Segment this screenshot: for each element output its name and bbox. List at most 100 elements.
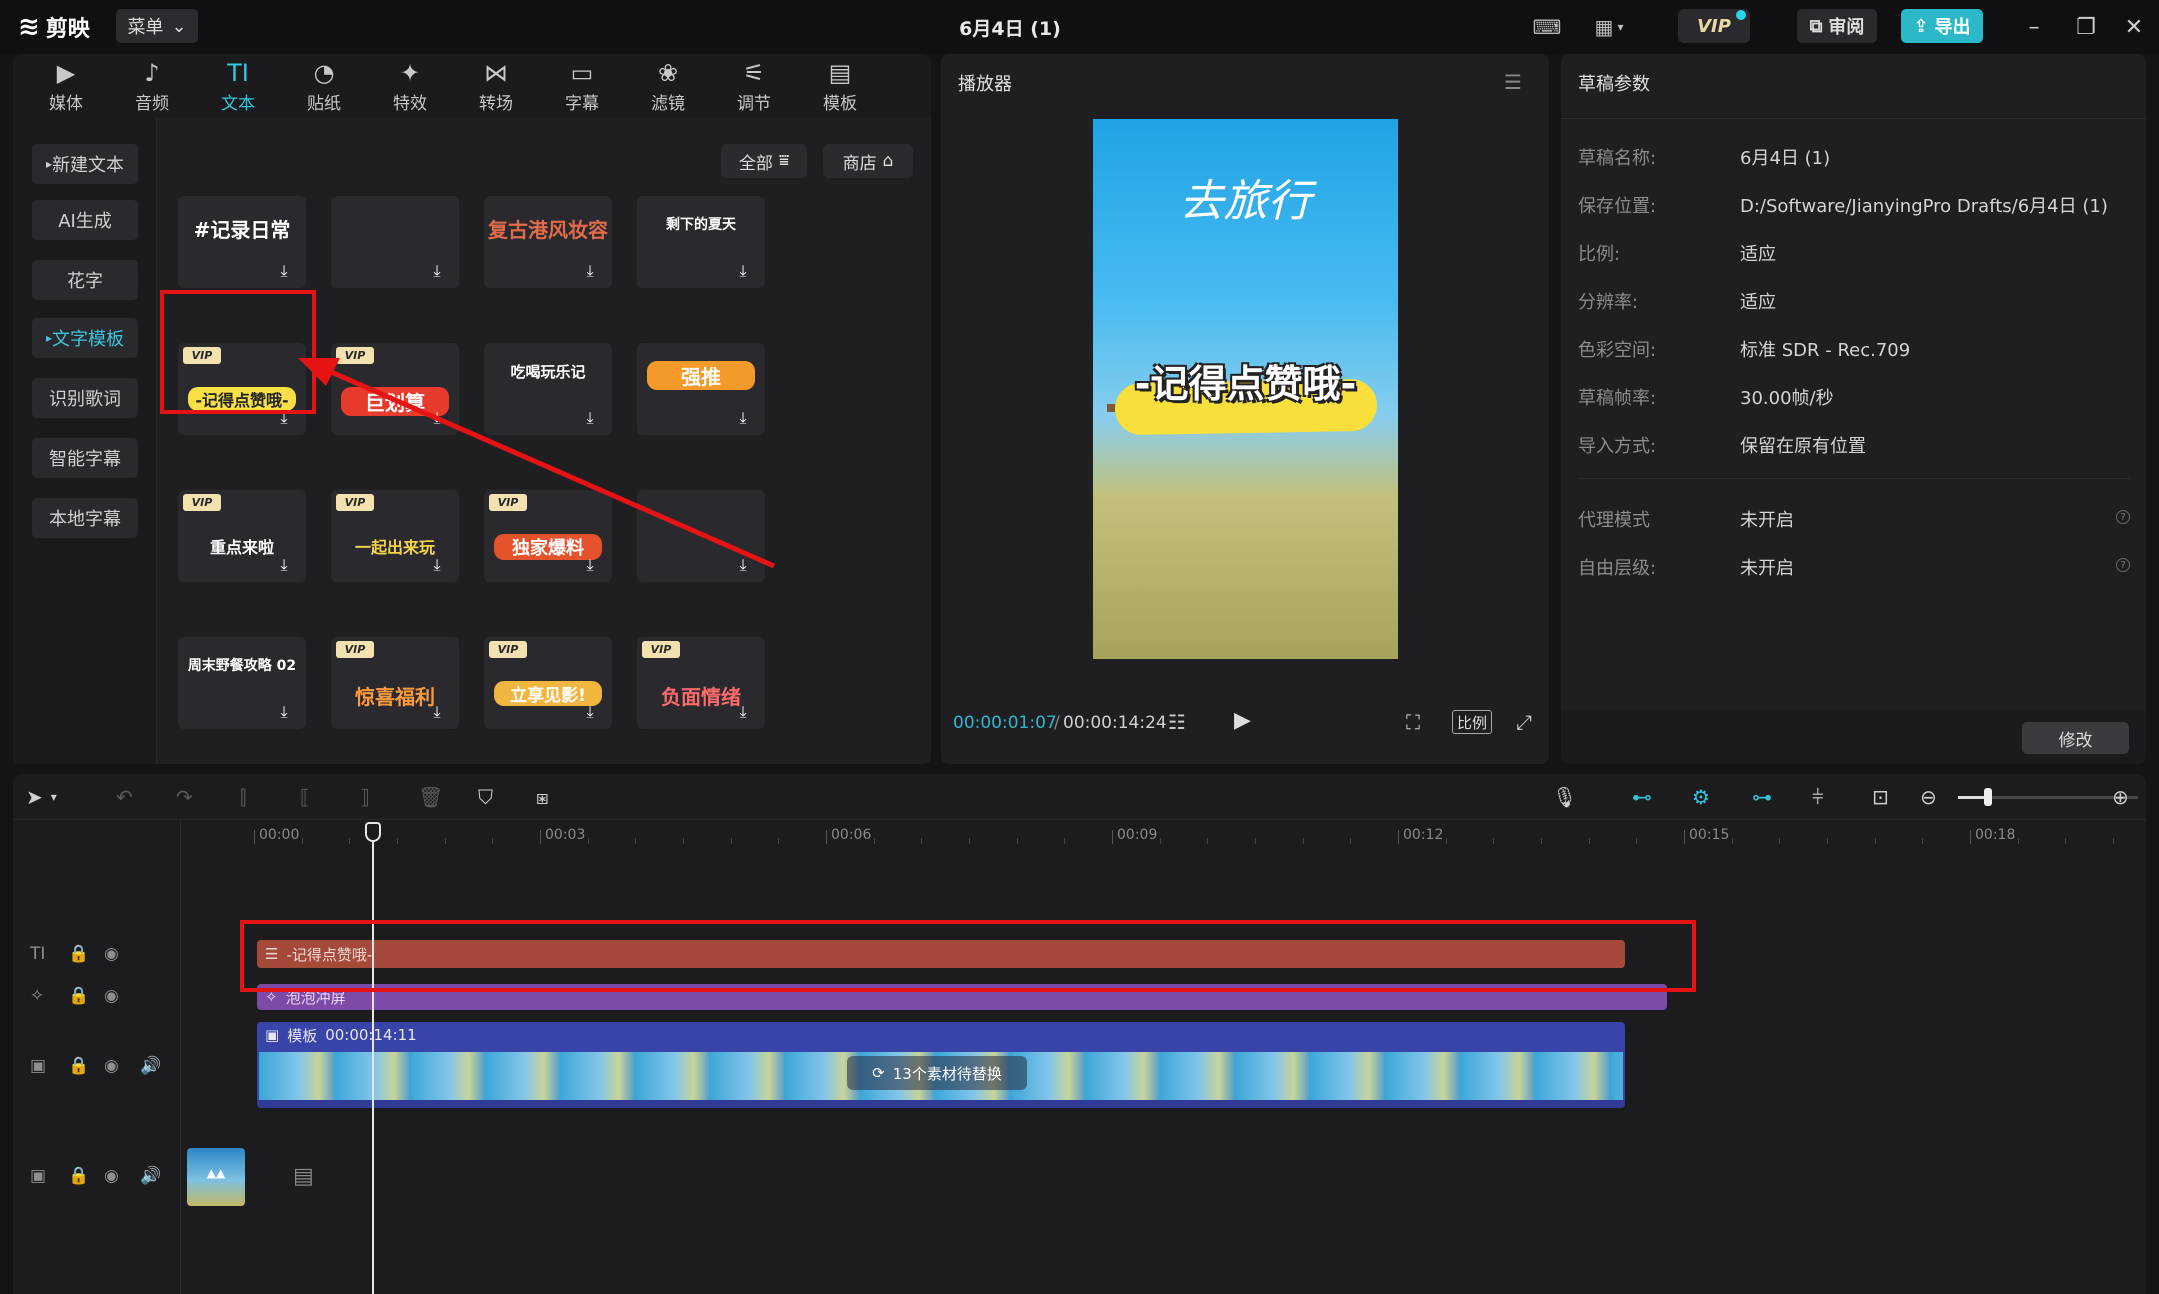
split-left-icon[interactable]: ⟦ (300, 784, 310, 810)
auto-snap-icon[interactable]: ⚙ (1692, 784, 1710, 810)
play-button[interactable]: ▶ (1234, 708, 1251, 733)
delete-icon[interactable]: 🗑 (418, 784, 443, 810)
template-card[interactable]: #记录日常 ⤓ (178, 196, 306, 288)
template-card[interactable]: 吃喝玩乐记 ⤓ (484, 343, 612, 435)
lock-icon[interactable]: 🔒 (68, 944, 89, 964)
volume-icon[interactable]: 🔊 (140, 1166, 161, 1186)
zoom-out-icon[interactable]: ⊖ (1920, 784, 1937, 810)
template-card[interactable]: 剩下的夏天 ⤓ (637, 196, 765, 288)
template-card[interactable]: VIP 惊喜福利 ⤓ (331, 637, 459, 729)
category-item[interactable]: 本地字幕 (32, 498, 138, 538)
keyboard-icon[interactable]: ⌨ (1530, 10, 1564, 44)
download-icon[interactable]: ⤓ (582, 703, 598, 721)
undo-icon[interactable]: ↶ (116, 784, 133, 810)
template-card[interactable]: VIP 重点来啦 ⤓ (178, 490, 306, 582)
download-icon[interactable]: ⤓ (429, 556, 445, 574)
crop-icon[interactable]: ⧆ (536, 784, 549, 810)
minimize-icon[interactable]: – (2014, 10, 2054, 44)
ratio-button[interactable]: 比例 (1452, 710, 1492, 734)
template-card[interactable]: VIP 巨划算 ⤓ (331, 343, 459, 435)
template-card[interactable]: 复古港风妆容 ⤓ (484, 196, 612, 288)
layout-icon[interactable]: ▦ ▾ (1584, 10, 1634, 44)
download-icon[interactable]: ⤓ (582, 409, 598, 427)
replace-materials-button[interactable]: ⟳ 13个素材待替换 (847, 1056, 1027, 1090)
video-preview[interactable]: 去旅行 -记得点赞哦- (1093, 119, 1398, 659)
timecode-list-icon[interactable]: ☷ (1168, 710, 1186, 734)
download-icon[interactable]: ⤓ (429, 703, 445, 721)
category-item[interactable]: 识别歌词 (32, 378, 138, 418)
eye-icon[interactable]: ◉ (104, 1166, 119, 1186)
category-item[interactable]: ▸ 文字模板 (32, 318, 138, 358)
eye-icon[interactable]: ◉ (104, 944, 119, 964)
tab-effects[interactable]: ✦ 特效 (367, 54, 453, 118)
download-icon[interactable]: ⤓ (276, 556, 292, 574)
split-right-icon[interactable]: ⟧ (360, 784, 370, 810)
linkage-icon[interactable]: ⊶ (1752, 784, 1772, 810)
restore-icon[interactable]: ❐ (2066, 10, 2106, 44)
tab-transition[interactable]: ⋈ 转场 (453, 54, 539, 118)
zoom-in-icon[interactable]: ⊕ (2112, 784, 2129, 810)
filter-all-button[interactable]: 全部 ⩸ (721, 144, 807, 178)
select-cursor-icon[interactable]: ➤ ▾ (26, 784, 57, 810)
time-ruler[interactable] (181, 822, 2146, 850)
template-card[interactable]: VIP 立享见影! ⤓ (484, 637, 612, 729)
menu-button[interactable]: 菜单 ⌄ (116, 9, 198, 43)
download-icon[interactable]: ⤓ (735, 262, 751, 280)
tab-media[interactable]: ▶ 媒体 (23, 54, 109, 118)
redo-icon[interactable]: ↷ (176, 784, 193, 810)
download-icon[interactable]: ⤓ (429, 262, 445, 280)
volume-icon[interactable]: 🔊 (140, 1056, 161, 1076)
shop-button[interactable]: 商店 ⌂ (823, 144, 913, 178)
help-icon[interactable]: ? (2116, 558, 2130, 572)
close-icon[interactable]: ✕ (2114, 10, 2154, 44)
download-icon[interactable]: ⤓ (735, 556, 751, 574)
template-card[interactable]: VIP 负面情绪 ⤓ (637, 637, 765, 729)
review-button[interactable]: ⧉ 审阅 (1797, 9, 1877, 43)
preview-axis-icon[interactable]: ⫩ (1812, 784, 1823, 810)
lock-icon[interactable]: 🔒 (68, 986, 89, 1006)
lock-icon[interactable]: 🔒 (68, 1056, 89, 1076)
tab-template[interactable]: ▤ 模板 (797, 54, 883, 118)
fullscreen-icon[interactable]: ⤢ (1516, 710, 1532, 734)
microphone-icon[interactable]: 🎙 (1552, 784, 1577, 810)
tab-subtitle[interactable]: ▭ 字幕 (539, 54, 625, 118)
category-item[interactable]: 花字 (32, 260, 138, 300)
tab-adjust[interactable]: ⚟ 调节 (711, 54, 797, 118)
category-item[interactable]: AI生成 (32, 200, 138, 240)
video-clip[interactable]: ▣ 模板 00:00:14:11 ⟳ 13个素材待替换 (257, 1022, 1625, 1108)
help-icon[interactable]: ? (2116, 510, 2130, 524)
tab-text[interactable]: TI 文本 (195, 54, 281, 118)
download-icon[interactable]: ⤓ (276, 703, 292, 721)
tab-filter[interactable]: ❀ 滤镜 (625, 54, 711, 118)
download-icon[interactable]: ⤓ (735, 409, 751, 427)
tab-sticker[interactable]: ◔ 贴纸 (281, 54, 367, 118)
playhead[interactable] (372, 824, 374, 1294)
cover-thumbnail[interactable]: ▲▲ (187, 1148, 245, 1206)
template-card[interactable]: 周末野餐攻略 02 ⤓ (178, 637, 306, 729)
template-card[interactable]: ⤓ (637, 490, 765, 582)
download-icon[interactable]: ⤓ (276, 262, 292, 280)
eye-icon[interactable]: ◉ (104, 1056, 119, 1076)
marker-icon[interactable]: ⛉ (478, 784, 493, 810)
playhead-handle[interactable] (365, 822, 381, 842)
main-track-magnet-icon[interactable]: ⊷ (1632, 784, 1652, 810)
tab-audio[interactable]: ♪ 音频 (109, 54, 195, 118)
category-item[interactable]: ▸ 新建文本 (32, 144, 138, 184)
zoom-fit-icon[interactable]: ⛶ (1406, 710, 1420, 734)
download-icon[interactable]: ⤓ (582, 556, 598, 574)
download-icon[interactable]: ⤓ (429, 409, 445, 427)
template-card[interactable]: VIP 一起出来玩 ⤓ (331, 490, 459, 582)
template-card[interactable]: VIP 独家爆料 ⤓ (484, 490, 612, 582)
export-button[interactable]: ⇪ 导出 (1901, 9, 1983, 43)
modify-button[interactable]: 修改 (2022, 722, 2129, 754)
template-card[interactable]: 强推 ⤓ (637, 343, 765, 435)
zoom-slider-handle[interactable] (1984, 788, 1992, 806)
template-card[interactable]: ⤓ (331, 196, 459, 288)
category-item[interactable]: 智能字幕 (32, 438, 138, 478)
player-menu-icon[interactable]: ☰ (1504, 70, 1522, 94)
split-icon[interactable]: ⫿ (240, 784, 246, 810)
download-icon[interactable]: ⤓ (582, 262, 598, 280)
lock-icon[interactable]: 🔒 (68, 1166, 89, 1186)
eye-icon[interactable]: ◉ (104, 986, 119, 1006)
download-icon[interactable]: ⤓ (735, 703, 751, 721)
